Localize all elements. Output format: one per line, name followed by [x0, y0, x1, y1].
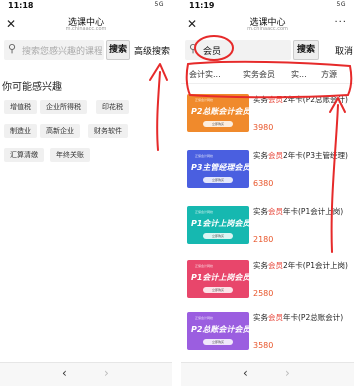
search-placeholder: 搜索您感兴趣的课程 [22, 47, 102, 57]
banner-pill: 立即购买 [203, 233, 233, 239]
course-price: 2580 [253, 289, 274, 298]
status-bar: 11:18 5G [0, 0, 172, 12]
banner-pill: 立即购买 [203, 121, 233, 127]
search-input[interactable]: ⚲ 搜索您感兴趣的课程 [4, 40, 104, 60]
forward-arrow-icon[interactable]: › [285, 367, 290, 379]
signal-indicator: 5G [154, 1, 164, 8]
search-bar: ⚲ 搜索您感兴趣的课程 搜索 高级搜索 [0, 38, 172, 62]
course-item[interactable]: 正保会计网校 P3主管经理会员 立即购买 实务会员2年卡(P3主管经理) 638… [181, 146, 354, 196]
left-phone-screen: 11:18 5G ✕ 选课中心 m.chinaacc.com ⚲ 搜索您感兴趣的… [0, 0, 172, 386]
interest-tag[interactable]: 汇算清缴 [4, 148, 44, 162]
back-arrow-icon[interactable]: ‹ [243, 367, 248, 379]
banner-brand: 正保会计网校 [195, 154, 214, 158]
screenshot-stage: 11:18 5G ✕ 选课中心 m.chinaacc.com ⚲ 搜索您感兴趣的… [0, 0, 354, 386]
advanced-search-link[interactable]: 高级搜索 [134, 44, 170, 57]
interest-tag[interactable]: 财务软件 [88, 124, 128, 138]
filter-dropdown[interactable]: 实务会员 [243, 69, 275, 80]
search-value: 会员 [203, 47, 222, 57]
filter-dropdown[interactable]: 实... [291, 69, 307, 80]
course-item[interactable]: 正保会计网校 P2总账会计会员 立即购买 实务会员年卡(P2总账会计) 3580 [181, 308, 354, 358]
filter-bar: 会计实... 实务会员 实... 方源 [181, 64, 354, 84]
title-bar: ✕ 选课中心 m.chinaacc.com [0, 12, 172, 38]
banner-brand: 正保会计网校 [195, 98, 214, 102]
course-price: 3580 [253, 341, 274, 350]
course-thumbnail: 正保会计网校 P1会计上岗会员 立即购买 [187, 206, 251, 244]
course-price: 3980 [253, 123, 274, 132]
status-bar: 11:19 5G [181, 0, 354, 12]
interest-tag[interactable]: 印花税 [96, 100, 129, 114]
course-price: 2180 [253, 235, 274, 244]
status-time: 11:18 [8, 1, 34, 10]
course-title: 实务会员2年卡(P1会计上岗) [253, 261, 348, 270]
interest-tag[interactable]: 高新企业 [40, 124, 80, 138]
course-title: 实务会员2年卡(P2总账会计) [253, 95, 348, 104]
search-button[interactable]: 搜索 [106, 40, 130, 60]
status-time: 11:19 [189, 1, 215, 10]
banner-title: P2总账会计会员 [191, 107, 251, 116]
banner-pill: 立即购买 [203, 339, 233, 345]
course-title: 实务会员年卡(P1会计上岗) [253, 207, 344, 216]
banner-brand: 正保会计网校 [195, 210, 214, 214]
course-thumbnail: 正保会计网校 P3主管经理会员 立即购买 [187, 150, 251, 188]
filter-dropdown[interactable]: 方源 [321, 69, 337, 80]
course-price: 6380 [253, 179, 274, 188]
banner-title: P1会计上岗会员 [191, 273, 251, 282]
interest-tag[interactable]: 年终关账 [50, 148, 90, 162]
course-thumbnail: 正保会计网校 P2总账会计会员 立即购买 [187, 94, 251, 132]
banner-pill: 立即购买 [203, 177, 233, 183]
course-title: 实务会员年卡(P2总账会计) [253, 313, 344, 322]
cancel-button[interactable]: 取消 [335, 44, 353, 57]
course-title: 实务会员2年卡(P3主管经理) [253, 151, 348, 160]
banner-pill: 立即购买 [203, 287, 233, 293]
forward-arrow-icon[interactable]: › [104, 367, 109, 379]
page-url: m.chinaacc.com [247, 26, 288, 32]
course-thumbnail: 正保会计网校 P1会计上岗会员 立即购买 [187, 260, 251, 298]
banner-brand: 正保会计网校 [195, 264, 214, 268]
title-bar: ✕ 选课中心 m.chinaacc.com ··· [181, 12, 354, 38]
screen-divider [172, 0, 181, 386]
interest-section-title: 你可能感兴趣 [2, 82, 62, 93]
search-button[interactable]: 搜索 [293, 40, 319, 60]
signal-indicator: 5G [336, 1, 346, 8]
bottom-nav: ‹ › [0, 362, 172, 386]
course-thumbnail: 正保会计网校 P2总账会计会员 立即购买 [187, 312, 251, 350]
course-item[interactable]: 正保会计网校 P1会计上岗会员 立即购买 实务会员年卡(P1会计上岗) 2180 [181, 202, 354, 252]
search-icon: ⚲ [189, 42, 198, 55]
more-icon[interactable]: ··· [334, 18, 347, 28]
right-phone-screen: 11:19 5G ✕ 选课中心 m.chinaacc.com ··· ⚲ 会员 … [181, 0, 354, 386]
search-bar: ⚲ 会员 搜索 取消 [181, 38, 354, 62]
interest-tag[interactable]: 企业所得税 [40, 100, 87, 114]
search-input[interactable]: ⚲ 会员 [185, 40, 291, 60]
banner-title: P3主管经理会员 [191, 163, 251, 172]
interest-tag[interactable]: 制造业 [4, 124, 37, 138]
banner-title: P1会计上岗会员 [191, 219, 251, 228]
interest-tag[interactable]: 增值税 [4, 100, 37, 114]
banner-brand: 正保会计网校 [195, 316, 214, 320]
page-url: m.chinaacc.com [65, 26, 107, 32]
back-arrow-icon[interactable]: ‹ [62, 367, 67, 379]
bottom-nav: ‹ › [181, 362, 354, 386]
banner-title: P2总账会计会员 [191, 325, 251, 334]
course-item[interactable]: 正保会计网校 P2总账会计会员 立即购买 实务会员2年卡(P2总账会计) 398… [181, 90, 354, 140]
filter-dropdown[interactable]: 会计实... [189, 69, 221, 80]
search-icon: ⚲ [8, 42, 17, 55]
course-item[interactable]: 正保会计网校 P1会计上岗会员 立即购买 实务会员2年卡(P1会计上岗) 258… [181, 256, 354, 306]
